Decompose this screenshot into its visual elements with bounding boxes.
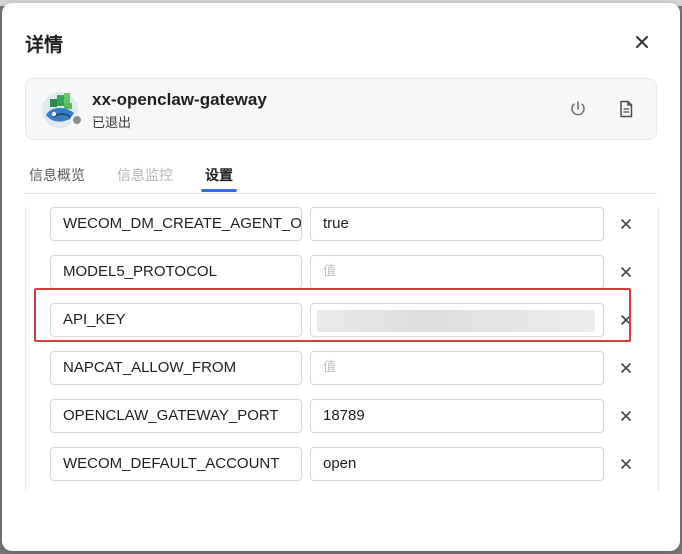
remove-row-button[interactable]: [618, 216, 634, 232]
highlight-annotation: [34, 288, 631, 342]
close-icon: [621, 411, 631, 421]
power-button[interactable]: [568, 99, 588, 119]
env-value-field[interactable]: 值: [310, 255, 604, 289]
remove-row-button[interactable]: [618, 264, 634, 280]
env-var-row: WECOM_DM_CREATE_AGENT_ON true: [26, 207, 658, 243]
tab-monitoring[interactable]: 信息监控: [117, 165, 173, 185]
env-key-field[interactable]: WECOM_DEFAULT_ACCOUNT: [50, 447, 302, 481]
tab-overview[interactable]: 信息概览: [29, 165, 85, 185]
env-value-field[interactable]: 值: [310, 351, 604, 385]
close-icon: [621, 219, 631, 229]
status-indicator: [71, 114, 83, 126]
env-var-row: WECOM_DEFAULT_ACCOUNT open: [26, 447, 658, 483]
env-var-row: OPENCLAW_GATEWAY_PORT 18789: [26, 399, 658, 435]
env-var-row: NAPCAT_ALLOW_FROM 值: [26, 351, 658, 387]
details-dialog: 详情 xx-openclaw-gateway 已退出 信息概览 信息监控 设置 …: [2, 3, 680, 551]
power-icon: [571, 101, 585, 116]
app-status: 已退出: [92, 116, 132, 131]
document-icon: [620, 100, 633, 118]
env-value-field[interactable]: true: [310, 207, 604, 241]
close-icon: [621, 267, 631, 277]
env-value-field[interactable]: 18789: [310, 399, 604, 433]
env-key-field[interactable]: WECOM_DM_CREATE_AGENT_ON: [50, 207, 302, 241]
env-key-field[interactable]: MODEL5_PROTOCOL: [50, 255, 302, 289]
env-value-field[interactable]: open: [310, 447, 604, 481]
close-icon: [636, 36, 648, 48]
remove-row-button[interactable]: [618, 456, 634, 472]
logs-button[interactable]: [616, 99, 636, 119]
app-card: xx-openclaw-gateway 已退出: [25, 78, 657, 140]
env-key-field[interactable]: OPENCLAW_GATEWAY_PORT: [50, 399, 302, 433]
tab-bar: 信息概览 信息监控 设置: [25, 163, 657, 194]
env-key-field[interactable]: NAPCAT_ALLOW_FROM: [50, 351, 302, 385]
tab-settings[interactable]: 设置: [205, 165, 233, 185]
close-button[interactable]: [630, 30, 654, 54]
env-var-list[interactable]: WECOM_DM_CREATE_AGENT_ON true MODEL5_PRO…: [25, 207, 659, 491]
remove-row-button[interactable]: [618, 360, 634, 376]
dialog-title: 详情: [25, 34, 64, 56]
env-var-row: MODEL5_PROTOCOL 值: [26, 255, 658, 291]
close-icon: [621, 363, 631, 373]
app-name: xx-openclaw-gateway: [92, 90, 267, 109]
remove-row-button[interactable]: [618, 408, 634, 424]
active-tab-indicator: [201, 189, 237, 192]
close-icon: [621, 459, 631, 469]
